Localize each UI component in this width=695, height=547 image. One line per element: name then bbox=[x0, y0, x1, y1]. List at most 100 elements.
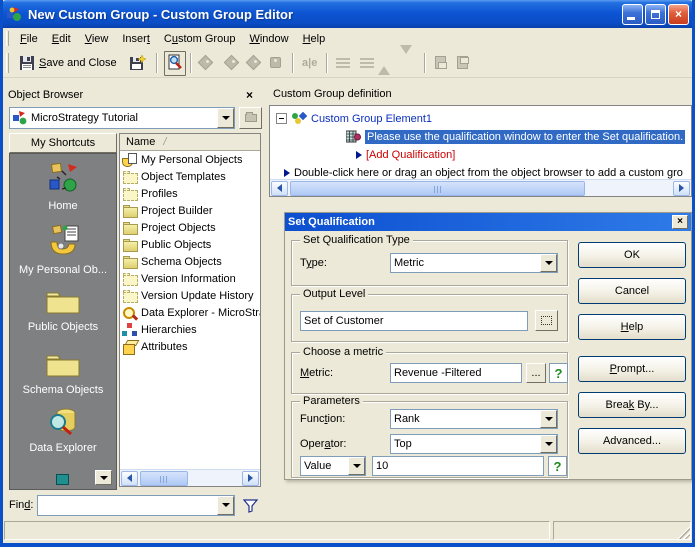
dropdown-arrow-icon bbox=[352, 464, 361, 468]
object-browser-close-icon[interactable]: × bbox=[243, 88, 256, 102]
maximize-button[interactable] bbox=[645, 3, 666, 25]
advanced-button[interactable]: Advanced... bbox=[578, 428, 686, 454]
find-dropdown-button[interactable] bbox=[217, 495, 234, 515]
window-title: New Custom Group - Custom Group Editor bbox=[28, 6, 294, 22]
save-as-button[interactable] bbox=[123, 51, 152, 75]
definition-tree: Custom Group Element1 Please use the qua… bbox=[269, 105, 692, 197]
scrollbar-thumb[interactable] bbox=[140, 471, 188, 486]
list-item[interactable]: Version Update History bbox=[120, 287, 260, 304]
element-label: Custom Group Element1 bbox=[311, 112, 433, 125]
metric-browse-button[interactable]: ... bbox=[526, 363, 546, 383]
shortcuts-scroll-down-button[interactable] bbox=[95, 470, 112, 485]
dropdown-arrow-icon bbox=[544, 261, 553, 265]
prompt-button[interactable]: Prompt... bbox=[578, 356, 686, 382]
operator-dropdown-button[interactable] bbox=[540, 435, 557, 453]
resize-grip[interactable] bbox=[677, 526, 690, 539]
folder-icon bbox=[122, 221, 138, 235]
list-item[interactable]: Version Information bbox=[120, 270, 260, 287]
toolbar-grip[interactable] bbox=[6, 31, 9, 46]
type-combobox[interactable]: Metric bbox=[390, 253, 558, 273]
qualification-icon bbox=[346, 130, 361, 143]
list-item[interactable]: Data Explorer - MicroStra bbox=[120, 304, 260, 321]
scrollbar-thumb[interactable] bbox=[290, 181, 585, 196]
metric-help-button[interactable]: ? bbox=[549, 363, 568, 383]
find-filter-button[interactable] bbox=[239, 495, 261, 515]
tree-node-add-qualification[interactable]: [Add Qualification] bbox=[270, 146, 691, 163]
list-horizontal-scrollbar[interactable] bbox=[120, 469, 260, 486]
find-input[interactable] bbox=[38, 499, 217, 511]
view-filter-button[interactable] bbox=[163, 50, 186, 76]
output-level-browse-button[interactable] bbox=[535, 310, 558, 331]
shortcut-public-objects[interactable]: Public Objects bbox=[10, 287, 116, 333]
function-label: Function: bbox=[300, 413, 346, 425]
up-one-level-button[interactable] bbox=[239, 107, 262, 129]
operator-combobox[interactable]: Top bbox=[390, 434, 558, 454]
list-item[interactable]: Project Objects bbox=[120, 219, 260, 236]
value-help-button[interactable]: ? bbox=[548, 456, 567, 476]
object-browser-header: Object Browser × bbox=[6, 86, 258, 104]
shortcut-label: Public Objects bbox=[27, 321, 99, 333]
scroll-left-button[interactable] bbox=[271, 180, 288, 196]
tree-node-qualification[interactable]: Please use the qualification window to e… bbox=[270, 128, 691, 145]
cut-icon bbox=[223, 54, 242, 72]
close-button[interactable]: × bbox=[668, 3, 689, 25]
list-item[interactable]: Project Builder bbox=[120, 202, 260, 219]
scroll-down-arrow-icon bbox=[99, 475, 108, 480]
folder-icon bbox=[122, 255, 138, 269]
list-item[interactable]: My Personal Objects bbox=[120, 151, 260, 168]
scroll-right-button[interactable] bbox=[673, 180, 690, 196]
shortcut-data-explorer[interactable]: Data Explorer bbox=[10, 406, 116, 454]
scroll-left-button[interactable] bbox=[121, 470, 138, 486]
folder-icon bbox=[122, 238, 138, 252]
list-item[interactable]: Public Objects bbox=[120, 236, 260, 253]
project-dropdown-button[interactable] bbox=[217, 108, 234, 128]
list-item[interactable]: Hierarchies bbox=[120, 321, 260, 338]
function-dropdown-button[interactable] bbox=[540, 410, 557, 428]
value-type-dropdown-button[interactable] bbox=[348, 457, 365, 475]
personal-objects-icon bbox=[122, 152, 138, 167]
menu-custom-group[interactable]: Custom Group bbox=[157, 30, 243, 48]
scroll-left-icon bbox=[277, 184, 282, 192]
minimize-button[interactable] bbox=[622, 3, 643, 25]
break-by-button[interactable]: Break By... bbox=[578, 392, 686, 418]
shortcut-schema-objects[interactable]: Schema Objects bbox=[10, 350, 116, 396]
name-column-header[interactable]: Name / bbox=[120, 134, 260, 151]
type-value: Metric bbox=[394, 257, 424, 269]
menu-window[interactable]: Window bbox=[242, 30, 295, 48]
list-item[interactable]: Schema Objects bbox=[120, 253, 260, 270]
menu-view[interactable]: View bbox=[78, 30, 116, 48]
scroll-right-button[interactable] bbox=[242, 470, 259, 486]
list-item[interactable]: Profiles bbox=[120, 185, 260, 202]
menu-insert[interactable]: Insert bbox=[115, 30, 157, 48]
tree-node-element[interactable]: Custom Group Element1 bbox=[270, 110, 691, 127]
shortcut-home[interactable]: Home bbox=[10, 162, 116, 212]
ok-button[interactable]: OK bbox=[578, 242, 686, 268]
value-type-combobox[interactable]: Value bbox=[300, 456, 366, 476]
find-combobox[interactable] bbox=[37, 494, 235, 516]
dialog-close-button[interactable]: × bbox=[672, 215, 688, 229]
folder-dashed-icon bbox=[122, 170, 138, 184]
operator-label: Operator: bbox=[300, 438, 347, 450]
menu-edit[interactable]: Edit bbox=[45, 30, 78, 48]
output-level-field[interactable] bbox=[300, 311, 528, 331]
help-button[interactable]: Help bbox=[578, 314, 686, 340]
status-cell-right bbox=[553, 521, 691, 540]
list-item[interactable]: Object Templates bbox=[120, 168, 260, 185]
collapse-icon[interactable] bbox=[276, 113, 287, 124]
definition-horizontal-scrollbar[interactable] bbox=[270, 179, 691, 196]
toolbar-grip[interactable] bbox=[6, 53, 9, 73]
help-validate-icon: ? bbox=[553, 458, 562, 474]
menu-file[interactable]: File bbox=[13, 30, 45, 48]
value-field[interactable] bbox=[372, 456, 544, 476]
shortcut-my-personal-objects[interactable]: My Personal Ob... bbox=[10, 224, 116, 276]
list-item[interactable]: Attributes bbox=[120, 338, 260, 355]
function-combobox[interactable]: Rank bbox=[390, 409, 558, 429]
menu-help[interactable]: Help bbox=[296, 30, 333, 48]
metric-field[interactable] bbox=[390, 363, 522, 383]
save-and-close-button[interactable]: Save and Close bbox=[13, 51, 123, 75]
type-dropdown-button[interactable] bbox=[540, 254, 557, 272]
my-shortcuts-header[interactable]: My Shortcuts bbox=[9, 133, 117, 153]
cancel-button[interactable]: Cancel bbox=[578, 278, 686, 304]
move-up-icon bbox=[377, 54, 396, 75]
project-combobox[interactable]: MicroStrategy Tutorial bbox=[9, 107, 235, 129]
